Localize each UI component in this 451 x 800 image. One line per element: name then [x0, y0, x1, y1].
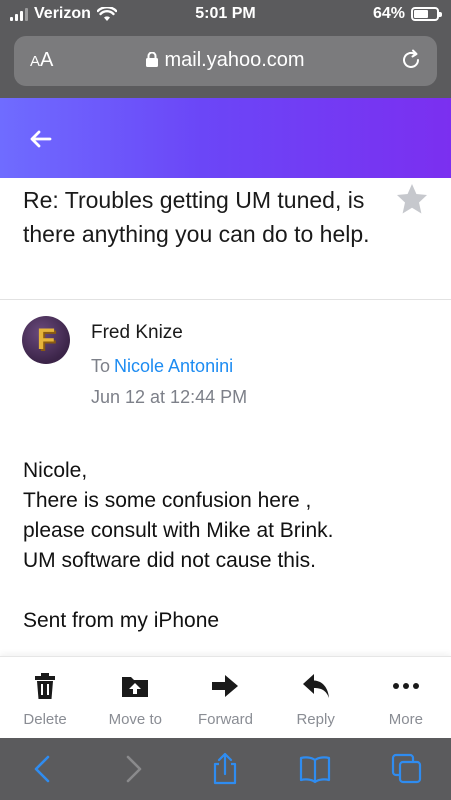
battery-percent: 64%: [372, 5, 405, 22]
more-button[interactable]: More: [361, 657, 451, 738]
email-date: Jun 12 at 12:44 PM: [91, 387, 248, 407]
address-bar[interactable]: AA mail.yahoo.com: [14, 36, 437, 86]
star-icon[interactable]: [395, 182, 429, 216]
delete-label: Delete: [23, 711, 67, 728]
email-subject: Re: Troubles getting UM tuned, is there …: [23, 187, 370, 247]
tabs-icon[interactable]: [390, 752, 424, 786]
move-to-button[interactable]: Move to: [90, 657, 180, 738]
to-label: To: [91, 356, 111, 376]
body-line: There is some confusion here ,: [23, 489, 312, 512]
sender-avatar[interactable]: F: [22, 316, 70, 364]
forward-button[interactable]: Forward: [180, 657, 270, 738]
sender-name[interactable]: Fred Knize: [91, 322, 183, 344]
move-to-label: Move to: [108, 711, 162, 728]
share-icon[interactable]: [208, 752, 242, 786]
battery-icon: [411, 7, 442, 21]
lock-icon: [146, 52, 159, 67]
more-dots-icon: [392, 683, 419, 689]
battery-fill: [414, 10, 428, 18]
trash-icon: [35, 673, 56, 699]
browser-forward-icon[interactable]: [116, 752, 150, 786]
avatar-initial: F: [36, 323, 56, 356]
recipient-line: To Nicole Antonini: [91, 356, 233, 377]
body-line: Sent from my iPhone: [23, 609, 220, 632]
forward-arrow-icon: [212, 675, 239, 697]
status-bar: Verizon 5:01 PM 64%: [0, 0, 451, 30]
browser-top-chrome: Verizon 5:01 PM 64% AA mail.yahoo.com: [0, 0, 451, 98]
back-arrow-icon[interactable]: [26, 124, 56, 154]
bookmarks-icon[interactable]: [298, 752, 332, 786]
mail-header: [0, 98, 451, 178]
body-line: UM software did not cause this.: [23, 549, 316, 572]
recipient-name[interactable]: Nicole Antonini: [114, 356, 233, 376]
folder-move-icon: [122, 677, 149, 697]
browser-back-icon[interactable]: [26, 752, 60, 786]
reply-arrow-icon: [302, 674, 329, 698]
body-line: Nicole,: [23, 459, 88, 482]
delete-button[interactable]: Delete: [0, 657, 90, 738]
url-text: mail.yahoo.com: [164, 49, 305, 71]
more-label: More: [388, 711, 423, 728]
body-gap: [23, 576, 443, 606]
reply-label: Reply: [296, 711, 335, 728]
email-body: Nicole, There is some confusion here , p…: [23, 456, 443, 636]
subject-divider: [0, 299, 451, 300]
reply-button[interactable]: Reply: [271, 657, 361, 738]
url-display[interactable]: mail.yahoo.com: [14, 49, 437, 72]
body-line: please consult with Mike at Brink.: [23, 519, 334, 542]
browser-bottom-toolbar: [0, 738, 451, 800]
forward-label: Forward: [197, 711, 253, 728]
email-action-bar: Delete Move to Forward Reply More: [0, 656, 451, 738]
status-right: 64%: [372, 5, 442, 23]
reload-icon[interactable]: [399, 48, 423, 72]
